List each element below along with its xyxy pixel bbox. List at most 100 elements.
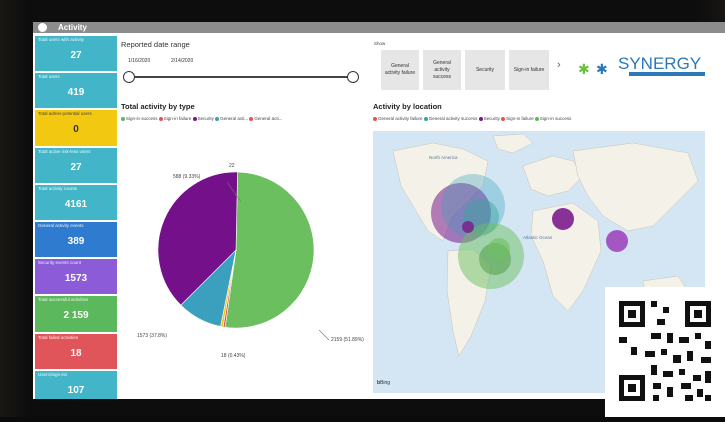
legend-dot-icon xyxy=(423,116,428,121)
kpi-sidebar: Total users with activity 27 Total users 41… xyxy=(35,36,117,399)
chevron-right-icon[interactable]: › xyxy=(557,59,561,71)
legend-label: General activity success xyxy=(428,116,478,121)
legend-dot-icon xyxy=(215,116,220,121)
bing-attribution: bBing xyxy=(377,380,390,386)
legend-dot-icon xyxy=(501,116,506,121)
legend-label: Security xyxy=(197,116,214,121)
pie-legend-item[interactable]: Sign-in success xyxy=(121,116,158,121)
map-legend-item[interactable]: Sign-in failure xyxy=(501,116,534,121)
synergy-leaf-icon: ✱ xyxy=(578,61,590,77)
kpi-card[interactable]: Total activity counts 4161 xyxy=(35,184,117,220)
kpi-label: Total active risk-less users xyxy=(38,148,91,154)
brand-logo-text: SYNERGY xyxy=(618,54,702,73)
legend-label: General activity failure xyxy=(378,116,423,121)
continent-europe xyxy=(522,155,584,197)
filter-security-button[interactable]: Security xyxy=(465,50,505,90)
kpi-card[interactable]: Total admin-potential users 0 xyxy=(35,110,117,146)
legend-dot-icon xyxy=(249,116,254,121)
show-filter-label: Show xyxy=(374,41,386,46)
kpi-card[interactable]: Total successful activities 2 159 xyxy=(35,296,117,332)
legend-label: General acti... xyxy=(220,116,249,121)
report-titlebar: Activity xyxy=(33,22,725,33)
pie-legend-item[interactable]: General acti... xyxy=(215,116,248,121)
report-title: Activity xyxy=(58,23,87,32)
kpi-value: 18 xyxy=(70,347,82,359)
kpi-label: Total users xyxy=(38,74,60,80)
date-slider-track[interactable] xyxy=(129,76,353,78)
date-range-title: Reported date range xyxy=(121,40,190,49)
legend-dot-icon xyxy=(192,116,197,121)
map-place-label: Atlantic Ocean xyxy=(523,235,553,240)
pie-slice-sign-in-success[interactable] xyxy=(224,171,315,329)
end-date-input[interactable]: 2/14/2020 xyxy=(168,56,196,66)
kpi-card[interactable]: Users/Sign-ins 107 xyxy=(35,370,117,399)
legend-dot-icon xyxy=(478,116,483,121)
qr-code-overlay xyxy=(605,287,725,417)
kpi-card[interactable]: Total failed activities 18 xyxy=(35,333,117,369)
map-legend-item[interactable]: Sign-in success xyxy=(534,116,572,121)
kpi-label: Total users with activity xyxy=(38,37,85,42)
continent-greenland xyxy=(492,133,534,154)
kpi-value: 107 xyxy=(67,384,85,396)
pie-chart-title: Total activity by type xyxy=(121,102,195,111)
pie-data-label: 22 xyxy=(229,163,235,169)
map-bubble-security[interactable] xyxy=(552,208,574,230)
kpi-value: 27 xyxy=(70,50,82,61)
filter-general-activity-success-button[interactable]: General activity success xyxy=(423,50,461,90)
pie-legend: Sign-in success Sign-in failure Security… xyxy=(121,115,282,122)
qr-code-icon xyxy=(613,295,717,407)
kpi-value: 4161 xyxy=(64,198,88,210)
filter-general-activity-failure-button[interactable]: General activity failure xyxy=(381,50,419,90)
start-date-input[interactable]: 1/16/2020 xyxy=(125,56,153,66)
kpi-card[interactable]: General activity events 389 xyxy=(35,221,117,258)
legend-label: Sign-in failure xyxy=(506,116,534,121)
legend-dot-icon xyxy=(534,116,539,121)
date-slider-start-handle[interactable] xyxy=(123,71,135,83)
map-legend: General activity failure General activit… xyxy=(373,115,571,122)
map-bubble-sign-in-success[interactable] xyxy=(488,238,510,260)
kpi-label: Total successful activities xyxy=(38,297,89,303)
kpi-label: General activity events xyxy=(38,222,84,228)
map-bubble-security[interactable] xyxy=(606,230,628,252)
map-legend-item[interactable]: General activity success xyxy=(423,116,478,121)
map-legend-item[interactable]: General activity failure xyxy=(373,116,423,121)
kpi-label: Users/Sign-ins xyxy=(38,371,68,377)
legend-label: Security xyxy=(483,116,500,121)
app-logo-icon xyxy=(38,23,47,32)
kpi-card[interactable]: Total active risk-less users 27 xyxy=(35,147,117,183)
pie-data-label: 1573 (37.8%) xyxy=(137,333,167,339)
filter-sign-in-failure-button[interactable]: Sign-in failure xyxy=(509,50,549,90)
kpi-value: 27 xyxy=(70,161,82,173)
legend-dot-icon xyxy=(121,116,125,121)
kpi-value: 0 xyxy=(73,124,79,136)
kpi-card[interactable]: Total users 419 xyxy=(35,73,117,109)
legend-dot-icon xyxy=(373,116,377,121)
kpi-label: Security events count xyxy=(38,260,82,266)
kpi-value: 2 159 xyxy=(63,310,89,322)
map-place-label: North America xyxy=(429,155,458,160)
kpi-value: 419 xyxy=(67,87,85,99)
device-frame: Activity Total users with activity 27 Tota… xyxy=(0,0,725,417)
kpi-value: 389 xyxy=(67,235,85,247)
map-bubble-security[interactable] xyxy=(462,221,474,233)
pie-legend-item[interactable]: Security xyxy=(192,116,214,121)
kpi-label: Total activity counts xyxy=(38,185,78,191)
pie-data-label: 2159 (51.89%) xyxy=(331,337,364,343)
map-legend-item[interactable]: Security xyxy=(478,116,500,121)
date-slider-end-handle[interactable] xyxy=(347,71,359,83)
legend-dot-icon xyxy=(158,116,163,121)
kpi-card[interactable]: Security events count 1573 xyxy=(35,259,117,295)
legend-label: Sign-in success xyxy=(539,116,572,121)
synergy-star-icon: ✱ xyxy=(596,61,608,77)
kpi-card[interactable]: Total users with activity 27 xyxy=(35,36,117,72)
pie-chart[interactable]: 22 588 (9.33%) 1573 (37.8%) 18 (0.43%) 2… xyxy=(121,134,371,364)
pie-leader-line xyxy=(318,329,330,341)
bing-label: Bing xyxy=(380,380,391,386)
map-title: Activity by location xyxy=(373,102,442,111)
legend-label: Sign-in failure xyxy=(163,116,192,121)
kpi-label: Total failed activities xyxy=(38,334,79,340)
pie-legend-item[interactable]: General acti... xyxy=(249,116,282,121)
kpi-value: 1573 xyxy=(64,273,88,285)
legend-label: General acti... xyxy=(254,116,283,121)
pie-legend-item[interactable]: Sign-in failure xyxy=(158,116,192,121)
